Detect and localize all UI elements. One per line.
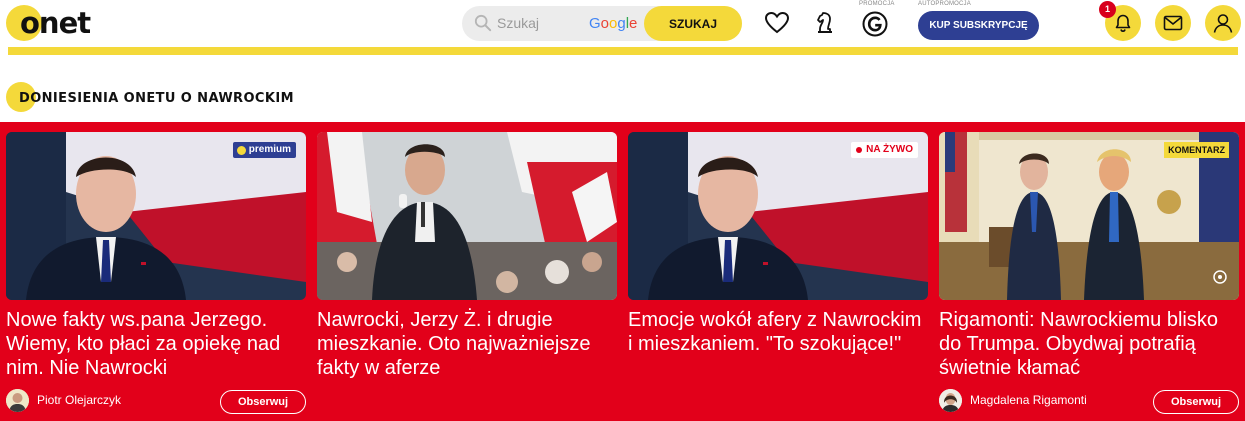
news-card[interactable]: NA ŻYWO Emocje wokół afery z Nawrockim i… (628, 132, 928, 421)
card-image[interactable]: KOMENTARZ (939, 132, 1239, 300)
avatar (6, 388, 29, 412)
news-strip: premium Nowe fakty ws.pana Jerzego. Wiem… (0, 122, 1245, 421)
card-author[interactable]: Piotr Olejarczyk (6, 388, 121, 412)
premium-dot-icon (236, 145, 246, 155)
bell-icon (1115, 14, 1131, 33)
autopromo-label: AUTOPROMOCJA (918, 1, 971, 7)
logo-text: onet (20, 6, 91, 40)
card-author[interactable]: Magdalena Rigamonti (939, 388, 1087, 412)
live-badge-label: NA ŻYWO (866, 144, 913, 155)
author-name: Magdalena Rigamonti (970, 393, 1087, 407)
avatar (939, 388, 962, 412)
card-title[interactable]: Nowe fakty ws.pana Jerzego. Wiemy, kto p… (6, 308, 306, 380)
news-card[interactable]: KOMENTARZ Rigamonti: Nawrockiemu blisko … (939, 132, 1239, 421)
comment-badge: KOMENTARZ (1164, 142, 1229, 158)
account-button[interactable] (1205, 5, 1241, 41)
premium-badge: premium (232, 142, 296, 158)
follow-button[interactable]: Obserwuj (1153, 390, 1239, 414)
search-input[interactable] (497, 12, 597, 34)
notification-count-badge: 1 (1099, 1, 1116, 18)
card-image[interactable]: NA ŻYWO (628, 132, 928, 300)
heart-icon[interactable] (764, 10, 790, 36)
section-title[interactable]: DONIESIENIA ONETU O NAWROCKIM (19, 91, 294, 106)
g-logo-icon[interactable] (862, 11, 888, 37)
live-dot-icon (856, 147, 863, 153)
google-label: Google (589, 15, 638, 32)
mail-button[interactable] (1155, 5, 1191, 41)
gallery-icon (1213, 270, 1227, 284)
follow-button[interactable]: Obserwuj (220, 390, 306, 414)
onet-logo[interactable]: onet (6, 4, 91, 42)
search-icon (474, 14, 492, 32)
news-card[interactable]: Nawrocki, Jerzy Ż. i drugie mieszkanie. … (317, 132, 617, 421)
user-icon (1213, 14, 1233, 33)
mail-icon (1163, 15, 1183, 31)
search-bar: Google SZUKAJ (462, 6, 742, 41)
header-divider (8, 47, 1238, 55)
live-badge: NA ŻYWO (851, 142, 918, 158)
author-name: Piotr Olejarczyk (37, 393, 122, 407)
top-header: onet Google SZUKAJ PROMOCJA AUTOPROMOCJA… (0, 0, 1245, 46)
subscribe-button[interactable]: KUP SUBSKRYPCJĘ (918, 11, 1039, 40)
news-card[interactable]: premium Nowe fakty ws.pana Jerzego. Wiem… (6, 132, 306, 421)
chess-knight-icon[interactable] (812, 10, 838, 36)
search-button[interactable]: SZUKAJ (644, 6, 742, 41)
card-title[interactable]: Emocje wokół afery z Nawrockim i mieszka… (628, 308, 928, 356)
premium-badge-label: premium (248, 144, 291, 155)
card-title[interactable]: Nawrocki, Jerzy Ż. i drugie mieszkanie. … (317, 308, 617, 380)
card-title[interactable]: Rigamonti: Nawrockiemu blisko do Trumpa.… (939, 308, 1239, 380)
card-image[interactable]: premium (6, 132, 306, 300)
promo-label: PROMOCJA (859, 1, 895, 7)
card-image[interactable] (317, 132, 617, 300)
